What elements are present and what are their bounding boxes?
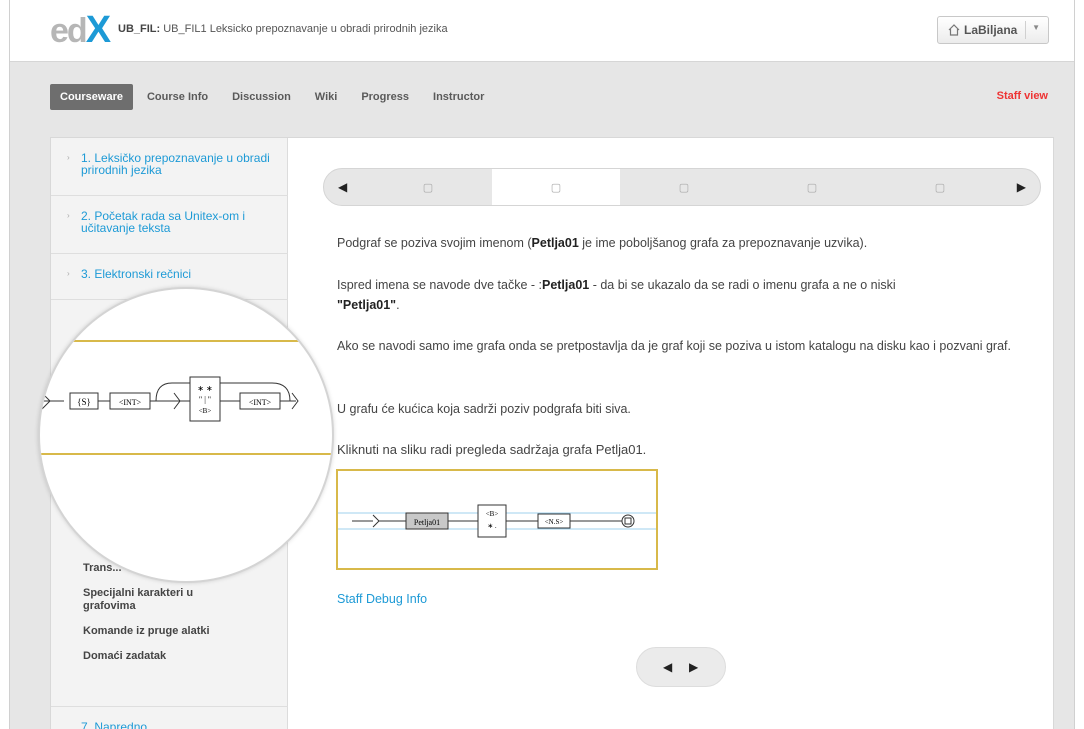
header: edX UB_FIL: UB_FIL1 Leksicko prepoznavan… xyxy=(10,0,1074,62)
svg-text:∗ ∗: ∗ ∗ xyxy=(197,384,212,393)
subitem-homework[interactable]: Domaći zadatak xyxy=(83,650,233,663)
tab-discussion[interactable]: Discussion xyxy=(222,84,301,110)
zoom-box-int: <INT> xyxy=(119,398,142,407)
graph-box-ns: <N.S> xyxy=(545,518,564,526)
chevron-right-icon: › xyxy=(67,269,70,278)
staff-view-link[interactable]: Staff view xyxy=(997,90,1048,102)
sidebar-chapter-1[interactable]: › 1. Leksičko prepoznavanje u obradi pri… xyxy=(51,138,288,196)
sequence-nav: ◀ ▢ ▢ ▢ ▢ ▢ ▶ xyxy=(323,168,1041,206)
tab-wiki[interactable]: Wiki xyxy=(305,84,348,110)
svg-text:<B>: <B> xyxy=(199,407,212,415)
paragraph-5: Kliknuti na sliku radi pregleda sadržaja… xyxy=(337,442,647,457)
browser-frame: edX UB_FIL: UB_FIL1 Leksicko prepoznavan… xyxy=(9,0,1075,729)
chevron-right-icon: › xyxy=(67,153,70,162)
course-nav: Courseware Course Info Discussion Wiki P… xyxy=(50,83,498,111)
course-title: UB_FIL: UB_FIL1 Leksicko prepoznavanje u… xyxy=(118,23,448,35)
sequence-unit-2[interactable]: ▢ xyxy=(492,169,620,205)
graph-box-petlja01: Petlja01 xyxy=(414,518,440,527)
zoom-box-int-2: <INT> xyxy=(249,398,272,407)
graph-image[interactable]: Petlja01 <B> ∗ . <N.S> xyxy=(336,469,658,570)
chapter-label: 3. Elektronski rečnici xyxy=(81,267,192,281)
tab-progress[interactable]: Progress xyxy=(351,84,419,110)
course-name: UB_FIL1 Leksicko prepoznavanje u obradi … xyxy=(163,23,448,35)
sequence-unit-1[interactable]: ▢ xyxy=(364,169,492,205)
graph-box-b: <B> xyxy=(486,510,499,518)
next-arrow-icon[interactable]: ▶ xyxy=(689,660,698,674)
chapter-label: 1. Leksičko prepoznavanje u obradi priro… xyxy=(81,151,270,177)
bottom-sequence-nav: ◀ ▶ xyxy=(636,647,726,687)
home-icon xyxy=(948,24,960,36)
svg-text:∗ .: ∗ . xyxy=(487,522,497,530)
previous-arrow-icon[interactable]: ◀ xyxy=(338,180,347,194)
tab-course-info[interactable]: Course Info xyxy=(137,84,218,110)
paragraph-2: Ispred imena se navode dve tačke - :Petl… xyxy=(337,278,896,312)
zoomed-graph: {S} <INT> ∗ ∗ " | " <B> <INT> xyxy=(40,340,332,455)
subitem-special-characters[interactable]: Specijalni karakteri u grafovima xyxy=(83,587,233,613)
svg-text:" | ": " | " xyxy=(199,395,211,404)
paragraph-3: Ako se navodi samo ime grafa onda se pre… xyxy=(337,339,1011,353)
subitem-toolbar-commands[interactable]: Komande iz pruge alatki xyxy=(83,625,233,638)
zoom-box-s: {S} xyxy=(77,397,91,407)
paragraph-1: Podgraf se poziva svojim imenom (Petlja0… xyxy=(337,236,868,250)
sequence-unit-3[interactable]: ▢ xyxy=(620,169,748,205)
paragraph-4: U grafu će kućica koja sadrži poziv podg… xyxy=(337,402,631,416)
staff-debug-link[interactable]: Staff Debug Info xyxy=(337,592,427,606)
next-arrow-icon[interactable]: ▶ xyxy=(1017,180,1026,194)
chevron-down-icon[interactable]: ▼ xyxy=(1032,23,1040,32)
magnifier-zoom: {S} <INT> ∗ ∗ " | " <B> <INT> xyxy=(38,287,334,583)
chapter-label: 7. Napredno xyxy=(81,720,148,729)
sequence-unit-4[interactable]: ▢ xyxy=(748,169,876,205)
tab-instructor[interactable]: Instructor xyxy=(423,84,494,110)
chevron-right-icon: › xyxy=(67,211,70,220)
graph-diagram: Petlja01 <B> ∗ . <N.S> xyxy=(338,504,656,538)
user-name: LaBiljana xyxy=(964,23,1018,37)
chapter-label: 2. Početak rada sa Unitex-om i učitavanj… xyxy=(81,209,246,235)
course-code: UB_FIL: xyxy=(118,23,161,35)
divider xyxy=(1025,21,1026,39)
previous-arrow-icon[interactable]: ◀ xyxy=(663,660,672,674)
user-menu-button[interactable]: LaBiljana ▼ xyxy=(937,16,1049,44)
edx-logo[interactable]: edX xyxy=(50,10,111,51)
sequence-unit-5[interactable]: ▢ xyxy=(876,169,1004,205)
sidebar-chapter-7[interactable]: 7. Napredno xyxy=(51,706,288,729)
sidebar-chapter-2[interactable]: › 2. Početak rada sa Unitex-om i učitava… xyxy=(51,196,288,254)
tab-courseware[interactable]: Courseware xyxy=(50,84,133,110)
